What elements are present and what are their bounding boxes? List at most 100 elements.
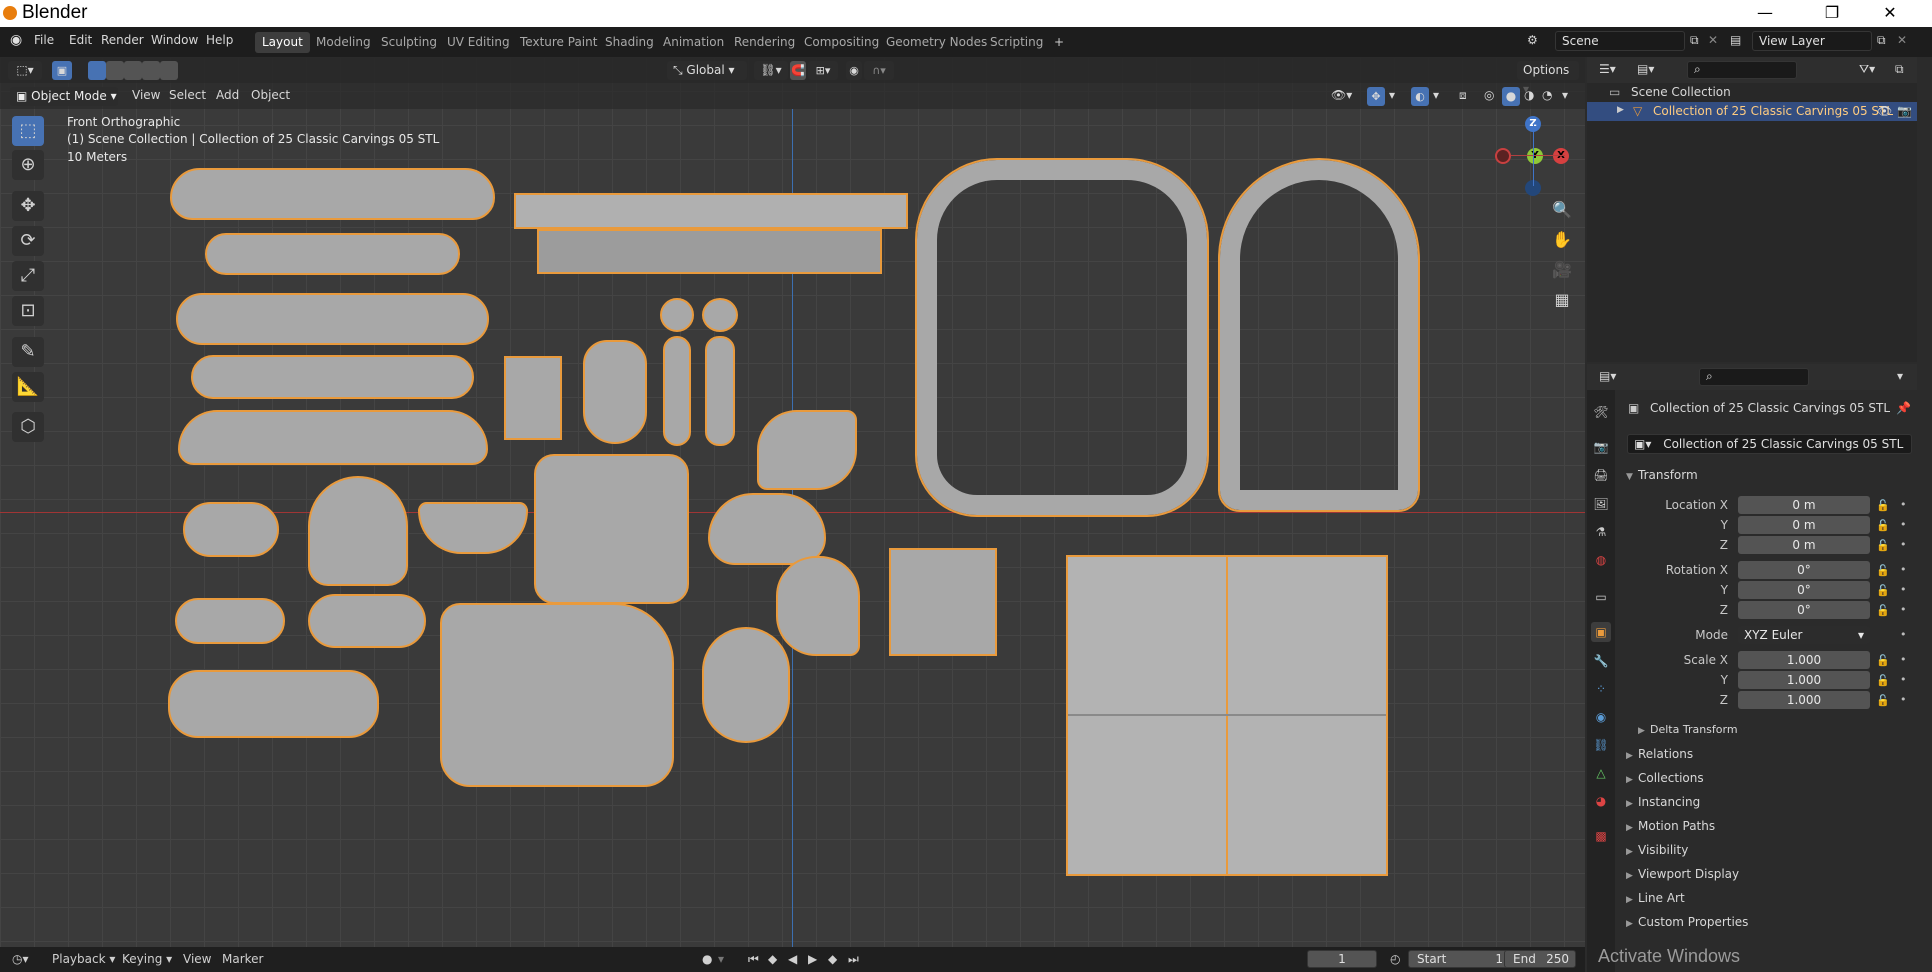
add-cube-tool-icon[interactable]: ⬡ bbox=[12, 412, 44, 442]
output-tab-icon[interactable]: 🖨 bbox=[1591, 465, 1611, 485]
collections-section[interactable]: ▶ Collections bbox=[1626, 771, 1704, 785]
solid-shading-icon[interactable]: ● bbox=[1502, 87, 1520, 106]
timeline-editor-icon[interactable]: ◷▾ bbox=[12, 952, 29, 966]
move-tool-icon[interactable]: ✥ bbox=[12, 191, 44, 221]
keyframe-mode-icon[interactable]: • bbox=[1900, 628, 1907, 641]
minimize-button[interactable]: — bbox=[1745, 2, 1785, 24]
select-tool-icon[interactable]: ⬚ bbox=[12, 116, 44, 146]
lock-scale-x-icon[interactable]: 🔓 bbox=[1876, 654, 1890, 667]
scale-y-field[interactable]: 1.000 bbox=[1738, 671, 1870, 689]
location-z-field[interactable]: 0 m bbox=[1738, 536, 1870, 554]
keyframe-location-y-icon[interactable]: • bbox=[1900, 518, 1907, 531]
menu-playback[interactable]: Playback ▾ bbox=[52, 952, 115, 966]
carving-pendant-1[interactable] bbox=[663, 336, 691, 446]
carving-acanthus[interactable] bbox=[583, 340, 647, 444]
menu-view[interactable]: View bbox=[132, 88, 160, 102]
menu-timeline-view[interactable]: View bbox=[183, 952, 211, 966]
outliner-editor-icon[interactable]: ☰▾ bbox=[1599, 62, 1616, 76]
lock-location-y-icon[interactable]: 🔓 bbox=[1876, 519, 1890, 532]
delete-scene-icon[interactable]: ✕ bbox=[1708, 33, 1718, 47]
rotation-mode-dropdown[interactable]: XYZ Euler ▾ bbox=[1738, 626, 1870, 644]
select-mode-extend-icon[interactable] bbox=[106, 61, 124, 80]
options-dropdown[interactable]: Options ▾ bbox=[1517, 61, 1579, 96]
visibility-eye-icon[interactable]: 👁 bbox=[1877, 104, 1892, 118]
carving-grapes[interactable] bbox=[776, 556, 860, 656]
tab-scripting[interactable]: Scripting bbox=[983, 32, 1050, 53]
lock-rotation-x-icon[interactable]: 🔓 bbox=[1876, 564, 1890, 577]
filter-icon[interactable]: ⛛▾ bbox=[1859, 62, 1875, 77]
annotate-tool-icon[interactable]: ✎ bbox=[12, 337, 44, 367]
next-keyframe-icon[interactable]: ◆ bbox=[828, 952, 837, 966]
transform-orientation-dropdown[interactable]: ⤡ Global ▾ bbox=[667, 61, 747, 80]
motion-paths-section[interactable]: ▶ Motion Paths bbox=[1626, 819, 1715, 833]
measure-tool-icon[interactable]: 📐 bbox=[12, 372, 44, 402]
maximize-button[interactable]: ❐ bbox=[1812, 2, 1852, 24]
close-button[interactable]: ✕ bbox=[1870, 2, 1910, 24]
scene-icon[interactable]: ⚙ bbox=[1527, 33, 1538, 47]
physics-tab-icon[interactable]: ◉ bbox=[1591, 707, 1611, 727]
menu-marker[interactable]: Marker bbox=[222, 952, 263, 966]
carving-mirror-frame-2[interactable] bbox=[1218, 158, 1420, 512]
auto-keying-icon[interactable]: ● bbox=[702, 952, 712, 966]
carving-crest-3[interactable] bbox=[308, 594, 426, 648]
play-reverse-icon[interactable]: ◀ bbox=[788, 952, 797, 966]
carving-ornament-3[interactable] bbox=[176, 293, 489, 345]
select-mode-invert-icon[interactable] bbox=[142, 61, 160, 80]
select-mode-subtract-icon[interactable] bbox=[124, 61, 142, 80]
data-tab-icon[interactable]: △ bbox=[1591, 763, 1611, 783]
menu-select[interactable]: Select bbox=[169, 88, 206, 102]
carving-ornament-4[interactable] bbox=[191, 355, 474, 399]
rotation-x-field[interactable]: 0° bbox=[1738, 561, 1870, 579]
end-frame-field[interactable]: End 250 bbox=[1504, 950, 1576, 968]
carving-shell[interactable] bbox=[708, 493, 826, 565]
carving-crest-2[interactable] bbox=[175, 598, 285, 644]
add-workspace-button[interactable]: + bbox=[1047, 32, 1071, 53]
carving-wreath[interactable] bbox=[702, 627, 790, 743]
jump-start-icon[interactable]: ⏮ bbox=[748, 952, 759, 967]
xray-toggle-icon[interactable]: ⧈ bbox=[1459, 88, 1467, 103]
carving-panel-square[interactable] bbox=[534, 454, 689, 604]
scale-x-field[interactable]: 1.000 bbox=[1738, 651, 1870, 669]
keying-dropdown-icon[interactable]: ▾ bbox=[718, 952, 724, 966]
new-scene-icon[interactable]: ⧉ bbox=[1690, 33, 1699, 48]
carving-cornice-top[interactable] bbox=[514, 193, 908, 229]
menu-help[interactable]: Help bbox=[206, 33, 233, 47]
view-layer-field[interactable]: View Layer bbox=[1752, 31, 1872, 51]
gizmo-dropdown-icon[interactable]: ▾ bbox=[1389, 88, 1395, 102]
properties-options-icon[interactable]: ▾ bbox=[1897, 369, 1903, 383]
menu-edit[interactable]: Edit bbox=[69, 33, 92, 47]
properties-search-input[interactable]: ⌕ bbox=[1699, 368, 1809, 386]
snap-toggle-icon[interactable]: 🧲 bbox=[790, 61, 806, 80]
scale-tool-icon[interactable]: ⤢ bbox=[12, 261, 44, 291]
camera-view-icon[interactable]: 🎥 bbox=[1547, 256, 1577, 284]
carving-pendant-2[interactable] bbox=[705, 336, 735, 446]
gizmo-toggle-icon[interactable]: ✥ bbox=[1367, 87, 1385, 106]
keyframe-scale-z-icon[interactable]: • bbox=[1900, 693, 1907, 706]
tab-sculpting[interactable]: Sculpting bbox=[374, 32, 444, 53]
lock-rotation-y-icon[interactable]: 🔓 bbox=[1876, 584, 1890, 597]
keyframe-rotation-x-icon[interactable]: • bbox=[1900, 563, 1907, 576]
visibility-section[interactable]: ▶ Visibility bbox=[1626, 843, 1688, 857]
keyframe-scale-y-icon[interactable]: • bbox=[1900, 673, 1907, 686]
rotation-z-field[interactable]: 0° bbox=[1738, 601, 1870, 619]
material-tab-icon[interactable]: ◕ bbox=[1591, 791, 1611, 811]
overlay-toggle-icon[interactable]: ◐ bbox=[1411, 87, 1429, 106]
play-icon[interactable]: ▶ bbox=[808, 952, 817, 966]
outliner-search-input[interactable]: ⌕ bbox=[1687, 61, 1797, 79]
properties-editor-icon[interactable]: ▤▾ bbox=[1599, 369, 1616, 383]
prev-keyframe-icon[interactable]: ◆ bbox=[768, 952, 777, 966]
custom-properties-section[interactable]: ▶ Custom Properties bbox=[1626, 915, 1748, 929]
select-box-icon[interactable]: ▣ bbox=[52, 61, 72, 80]
carving-top-ornament[interactable] bbox=[170, 168, 495, 220]
relations-section[interactable]: ▶ Relations bbox=[1626, 747, 1693, 761]
tab-animation[interactable]: Animation bbox=[656, 32, 731, 53]
falloff-icon[interactable]: ∩▾ bbox=[864, 61, 894, 80]
delete-view-layer-icon[interactable]: ✕ bbox=[1897, 33, 1907, 47]
tab-layout[interactable]: Layout bbox=[255, 32, 310, 53]
carving-scroll-panel[interactable] bbox=[168, 670, 379, 738]
expand-chevron-icon[interactable]: ▶ bbox=[1617, 105, 1624, 115]
gizmo-x-axis[interactable]: X bbox=[1553, 148, 1569, 164]
lock-rotation-z-icon[interactable]: 🔓 bbox=[1876, 604, 1890, 617]
pin-icon[interactable]: 📌 bbox=[1896, 401, 1911, 415]
menu-window[interactable]: Window bbox=[151, 33, 198, 47]
